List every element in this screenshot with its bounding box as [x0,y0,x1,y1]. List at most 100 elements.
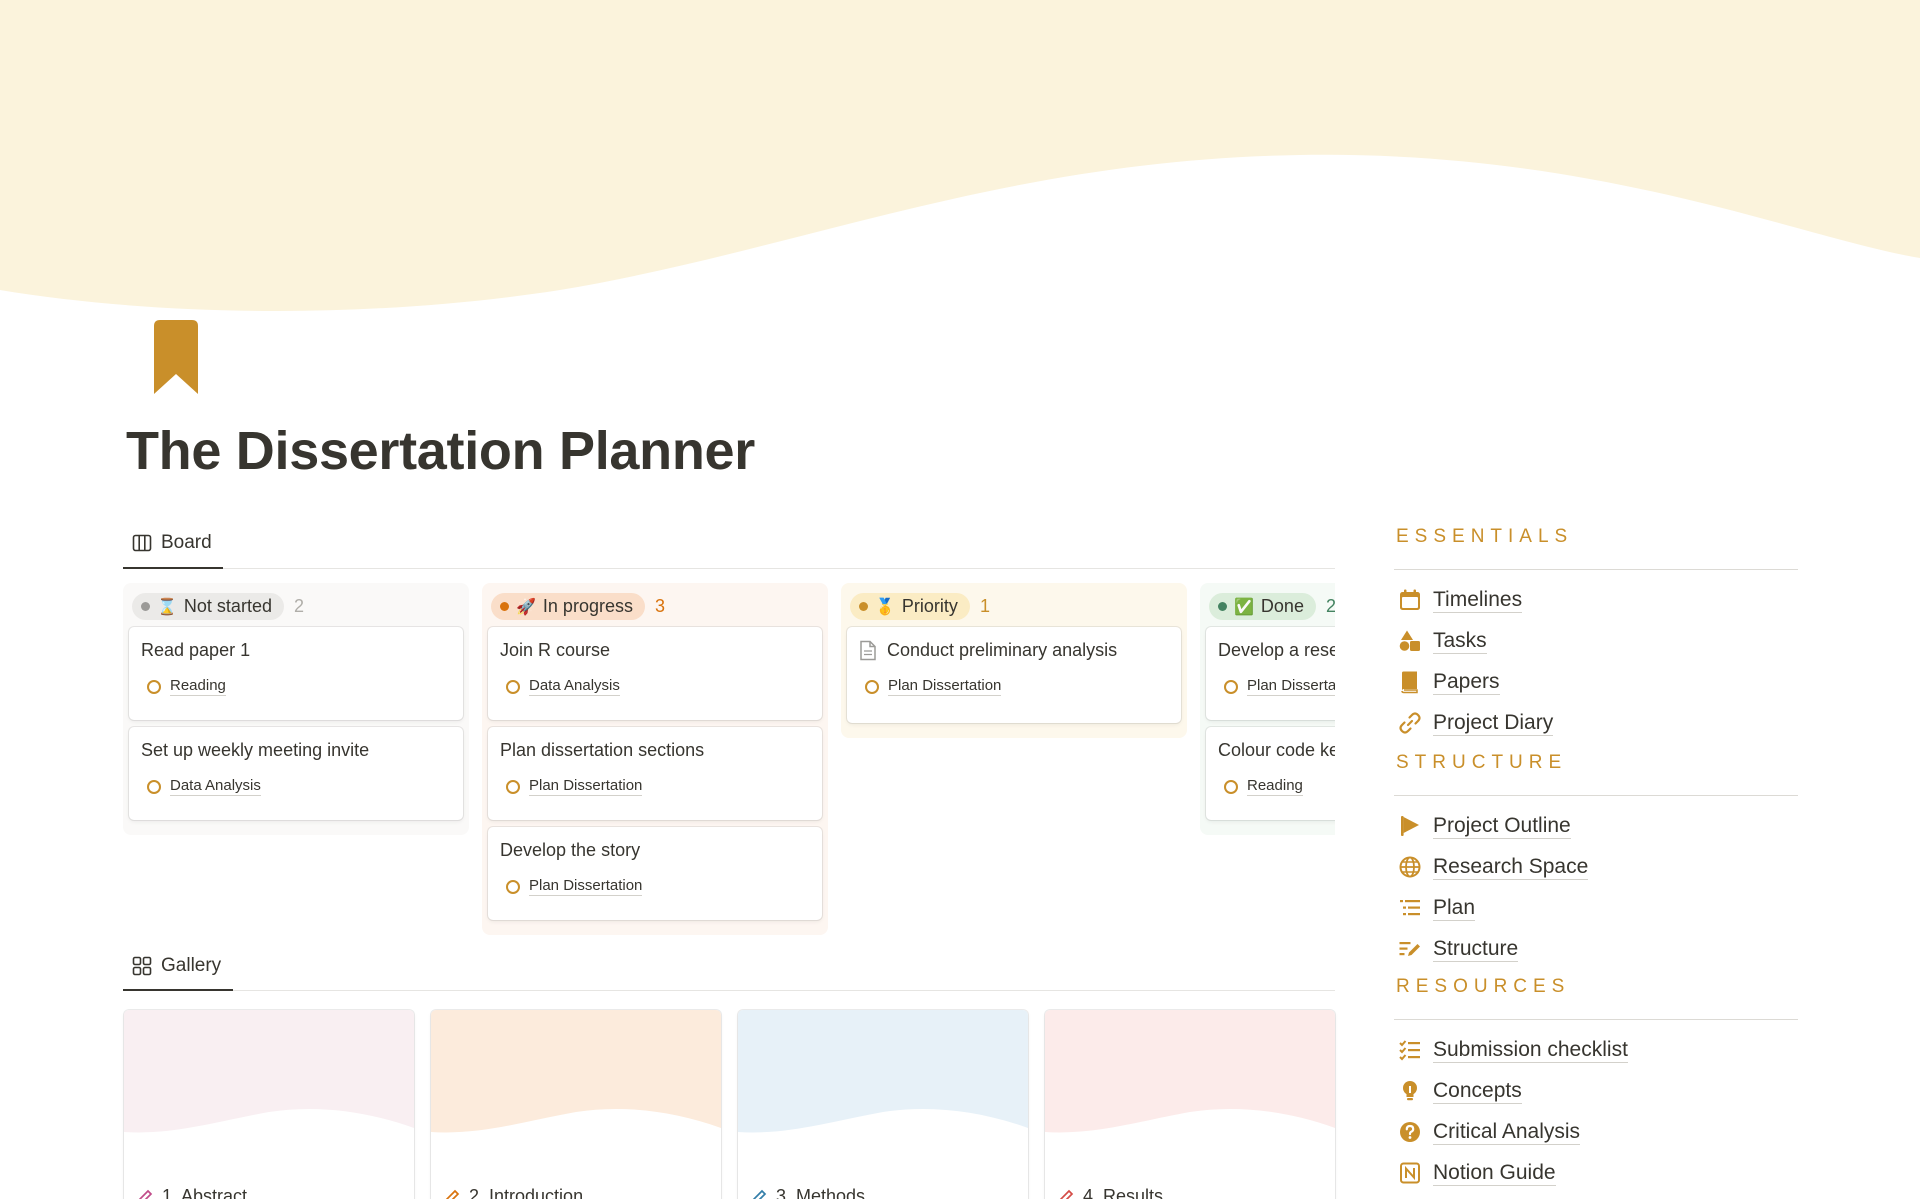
circle-icon [147,779,161,794]
sidebar-section-divider [1394,795,1798,796]
card-relation-label: Plan Dissertation [529,777,643,796]
checklist-icon [1399,1040,1420,1061]
status-label: Not started [183,595,272,616]
sidebar-item-label: Project Diary [1433,711,1554,736]
card-title-text: Set up weekly meeting invite [141,740,370,760]
gallery-card[interactable]: 4. Results [1045,1010,1335,1199]
board-column: ✅ Done 2 Develop a research question Plan Di… [1200,583,1335,835]
board-card[interactable]: Set up weekly meeting invite Data Analysi… [129,727,463,820]
card-relation-label: Data Analysis [529,677,620,696]
gallery-card-label: 2. Introduction [469,1186,584,1199]
status-badge: 🥇 Priority [850,592,970,620]
board-card[interactable]: Conduct preliminary analysis Plan Dissert… [847,627,1181,723]
status-emoji-icon: 🥇 [875,596,895,616]
gallery-card[interactable]: 1. Abstract [124,1010,414,1199]
sidebar-item-label: Papers [1433,670,1500,695]
card-relation[interactable]: Reading [141,677,451,696]
board-column-header[interactable]: ⌛ Not started 2 [129,591,463,621]
tab-board[interactable]: Board [132,526,212,560]
column-count: 3 [654,595,665,616]
card-title: Develop a research question [1218,640,1335,661]
flag-icon [1401,816,1419,836]
board-card[interactable]: Read paper 1 Reading [129,627,463,720]
board-tab-divider [123,568,1335,569]
sidebar-item-label: Structure [1433,937,1519,962]
gallery-card-title: 2. Introduction [443,1186,583,1199]
sidebar-item-plan[interactable]: Plan [1398,895,1476,921]
card-title-text: Colour code key readings [1218,740,1335,760]
circle-icon [506,779,520,794]
status-badge: 🚀 In progress [491,592,645,620]
circle-icon [506,679,520,694]
status-dot-icon [141,601,150,611]
page-cover [0,0,1920,311]
tab-gallery-label: Gallery [161,955,222,976]
board-card[interactable]: Join R course Data Analysis [488,627,822,720]
status-label: Priority [901,595,958,616]
shapes-icon [1399,630,1420,651]
gallery-card[interactable]: 3. Methods [738,1010,1028,1199]
status-emoji-icon: 🚀 [516,596,536,616]
sidebar-section-divider [1394,1019,1798,1020]
board-card[interactable]: Colour code key readings Reading [1206,727,1335,820]
board-column-header[interactable]: 🥇 Priority 1 [847,591,1181,621]
board-column: 🥇 Priority 1 Conduct preliminary analysis Pl… [841,583,1187,738]
card-relation[interactable]: Plan Dissertation [1218,677,1335,696]
board-card[interactable]: Plan dissertation sections Plan Dissertat… [488,727,822,820]
sidebar-item-label: Plan [1433,896,1476,921]
board-card[interactable]: Develop the story Plan Dissertation [488,827,822,920]
card-title: Set up weekly meeting invite [141,740,451,761]
circle-icon [1224,779,1238,794]
sidebar-item-project-outline[interactable]: Project Outline [1398,813,1571,839]
sidebar-item-label: Submission checklist [1433,1038,1628,1063]
sidebar-item-label: Notion Guide [1433,1161,1556,1186]
status-emoji-icon: ⌛ [157,596,177,616]
gallery-card[interactable]: 2. Introduction [431,1010,721,1199]
card-relation-label: Reading [170,677,226,696]
sidebar-section-heading: RESOURCES [1396,976,1571,997]
question-icon [1400,1122,1420,1142]
board-column-header[interactable]: ✅ Done 2 [1206,591,1335,621]
sidebar-item-research-space[interactable]: Research Space [1398,854,1589,880]
card-title-text: Develop the story [500,840,641,860]
sidebar-item-project-diary[interactable]: Project Diary [1398,710,1554,736]
sidebar-item-papers[interactable]: Papers [1398,669,1500,695]
gallery-card-cover [431,1010,721,1133]
sidebar-item-critical-analysis[interactable]: Critical Analysis [1398,1119,1581,1145]
page-title: The Dissertation Planner [126,421,755,481]
gallery-card-title: 4. Results [1057,1186,1163,1199]
board-view: ⌛ Not started 2 Read paper 1 Reading Set up w… [123,583,1335,943]
gallery-card-cover [738,1010,1028,1133]
sidebar-item-structure[interactable]: Structure [1398,936,1519,962]
pencil-icon [752,1189,767,1199]
sidebar-item-label: Tasks [1433,629,1487,654]
card-relation[interactable]: Data Analysis [141,777,451,796]
board-tab-active-indicator [123,567,223,569]
sidebar-item-submission-checklist[interactable]: Submission checklist [1398,1037,1628,1063]
notion-icon [1400,1162,1420,1184]
book-icon [1401,671,1418,694]
sidebar-item-concepts[interactable]: Concepts [1398,1078,1522,1104]
column-count: 1 [979,595,990,616]
card-relation[interactable]: Reading [1218,777,1335,796]
column-count: 2 [1325,595,1335,616]
status-dot-icon [500,601,509,611]
sidebar-item-timelines[interactable]: Timelines [1398,587,1523,613]
board-column-header[interactable]: 🚀 In progress 3 [488,591,822,621]
card-relation[interactable]: Plan Dissertation [500,777,810,796]
sidebar-section-divider [1394,569,1798,570]
card-title-text: Develop a research question [1218,640,1335,660]
card-title-text: Plan dissertation sections [500,740,705,760]
card-relation[interactable]: Data Analysis [500,677,810,696]
gallery-card-title: 1. Abstract [136,1186,247,1199]
sidebar-item-notion-guide[interactable]: Notion Guide [1398,1160,1556,1186]
card-relation[interactable]: Plan Dissertation [859,677,1169,696]
tab-gallery[interactable]: Gallery [132,949,221,983]
card-relation[interactable]: Plan Dissertation [500,877,810,896]
status-dot-icon [859,601,868,611]
document-icon [860,640,876,661]
board-card[interactable]: Develop a research question Plan Disserta… [1206,627,1335,720]
sidebar-item-tasks[interactable]: Tasks [1398,628,1487,654]
circle-icon [1224,679,1238,694]
sidebar-item-label: Concepts [1433,1079,1522,1104]
